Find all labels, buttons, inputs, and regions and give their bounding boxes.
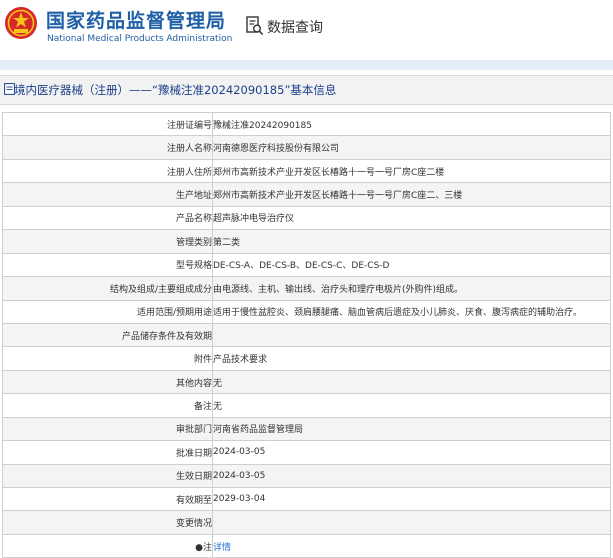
field-value: 郑州市高新技术产业开发区长椿路十一号一号厂房C座二、三楼 bbox=[212, 182, 611, 207]
table-row: 其他内容 无 bbox=[2, 369, 611, 395]
field-label: 适用范围/预期用途 bbox=[2, 299, 213, 324]
header-divider bbox=[0, 60, 613, 70]
national-emblem-icon bbox=[5, 7, 37, 39]
breadcrumb-text: 境内医疗器械（注册）——“豫械注准20242090185”基本信息 bbox=[14, 83, 337, 97]
field-label: 有效期至 bbox=[2, 486, 213, 512]
field-value: 无 bbox=[212, 369, 611, 395]
table-row: 注册人名称 河南德恩医疗科技股份有限公司 bbox=[2, 135, 611, 160]
note-cell: 详情 bbox=[212, 533, 611, 558]
field-value: 豫械注准20242090185 bbox=[212, 111, 611, 137]
field-value: 郑州市高新技术产业开发区长椿路十一号一号厂房C座二楼 bbox=[212, 158, 611, 184]
table-row: 审批部门 河南省药品监督管理局 bbox=[2, 416, 611, 442]
field-label: 注册证编号 bbox=[2, 111, 213, 137]
field-label: 其他内容 bbox=[2, 369, 213, 395]
field-value: 2024-03-05 bbox=[212, 440, 611, 465]
site-header: 国家药品监督管理局 National Medical Products Admi… bbox=[0, 0, 613, 56]
table-row: 产品储存条件及有效期 bbox=[2, 322, 611, 348]
field-label: 注册人名称 bbox=[2, 135, 213, 160]
table-row: 生效日期 2024-03-05 bbox=[2, 463, 611, 489]
field-label: 变更情况 bbox=[2, 510, 213, 535]
document-search-icon bbox=[246, 16, 264, 36]
field-value: 河南德恩医疗科技股份有限公司 bbox=[212, 135, 611, 160]
field-value: 由电源线、主机、输出线、治疗头和理疗电极片(外购件)组成。 bbox=[212, 276, 611, 301]
field-label: 注册人住所 bbox=[2, 158, 213, 184]
table-row: 注册证编号 豫械注准20242090185 bbox=[2, 111, 611, 137]
table-row: 适用范围/预期用途 适用于慢性盆腔炎、颈肩腰腿痛、脑血管病后遗症及小儿肺炎、厌食… bbox=[2, 299, 611, 324]
field-label: 产品名称 bbox=[2, 205, 213, 231]
field-label: 管理类别 bbox=[2, 229, 213, 254]
field-value: 产品技术要求 bbox=[212, 346, 611, 371]
field-label: 附件 bbox=[2, 346, 213, 371]
table-row: 批准日期 2024-03-05 bbox=[2, 440, 611, 465]
field-label: 备注 bbox=[2, 393, 213, 418]
field-value bbox=[212, 322, 611, 348]
field-value: DE-CS-A、DE-CS-B、DE-CS-C、DE-CS-D bbox=[212, 252, 611, 278]
field-label: 结构及组成/主要组成成分 bbox=[2, 276, 213, 301]
field-label: 生效日期 bbox=[2, 463, 213, 489]
table-row: 生产地址 郑州市高新技术产业开发区长椿路十一号一号厂房C座二、三楼 bbox=[2, 182, 611, 207]
field-label: 型号规格 bbox=[2, 252, 213, 278]
table-row: 有效期至 2029-03-04 bbox=[2, 486, 611, 512]
table-row: 管理类别 第二类 bbox=[2, 229, 611, 254]
field-label: 生产地址 bbox=[2, 182, 213, 207]
field-value: 第二类 bbox=[212, 229, 611, 254]
table-row: 型号规格 DE-CS-A、DE-CS-B、DE-CS-C、DE-CS-D bbox=[2, 252, 611, 278]
field-value bbox=[212, 510, 611, 535]
agency-name-cn: 国家药品监督管理局 bbox=[46, 10, 227, 32]
field-label: 批准日期 bbox=[2, 440, 213, 465]
table-row: 结构及组成/主要组成成分 由电源线、主机、输出线、治疗头和理疗电极片(外购件)组… bbox=[2, 276, 611, 301]
table-row: 注册人住所 郑州市高新技术产业开发区长椿路十一号一号厂房C座二楼 bbox=[2, 158, 611, 184]
registration-info-table: 注册证编号 豫械注准20242090185 注册人名称 河南德恩医疗科技股份有限… bbox=[2, 111, 611, 558]
table-row: 备注 无 bbox=[2, 393, 611, 418]
table-row: ●注 详情 bbox=[2, 533, 611, 558]
note-label: ●注 bbox=[2, 533, 213, 558]
field-value: 适用于慢性盆腔炎、颈肩腰腿痛、脑血管病后遗症及小儿肺炎、厌食、腹泻病症的辅助治疗… bbox=[212, 299, 611, 324]
table-row: 附件 产品技术要求 bbox=[2, 346, 611, 371]
details-link[interactable]: 详情 bbox=[214, 543, 232, 553]
field-value: 2024-03-05 bbox=[212, 463, 611, 489]
data-query-label: 数据查询 bbox=[267, 20, 323, 36]
table-row: 产品名称 超声脉冲电导治疗仪 bbox=[2, 205, 611, 231]
agency-name-en: National Medical Products Administration bbox=[47, 34, 233, 44]
field-label: 审批部门 bbox=[2, 416, 213, 442]
field-value: 河南省药品监督管理局 bbox=[212, 416, 611, 442]
field-value: 无 bbox=[212, 393, 611, 418]
breadcrumb: 境内医疗器械（注册）——“豫械注准20242090185”基本信息 bbox=[0, 75, 613, 105]
table-row: 变更情况 bbox=[2, 510, 611, 535]
field-value: 2029-03-04 bbox=[212, 486, 611, 512]
field-label: 产品储存条件及有效期 bbox=[2, 322, 213, 348]
field-value: 超声脉冲电导治疗仪 bbox=[212, 205, 611, 231]
